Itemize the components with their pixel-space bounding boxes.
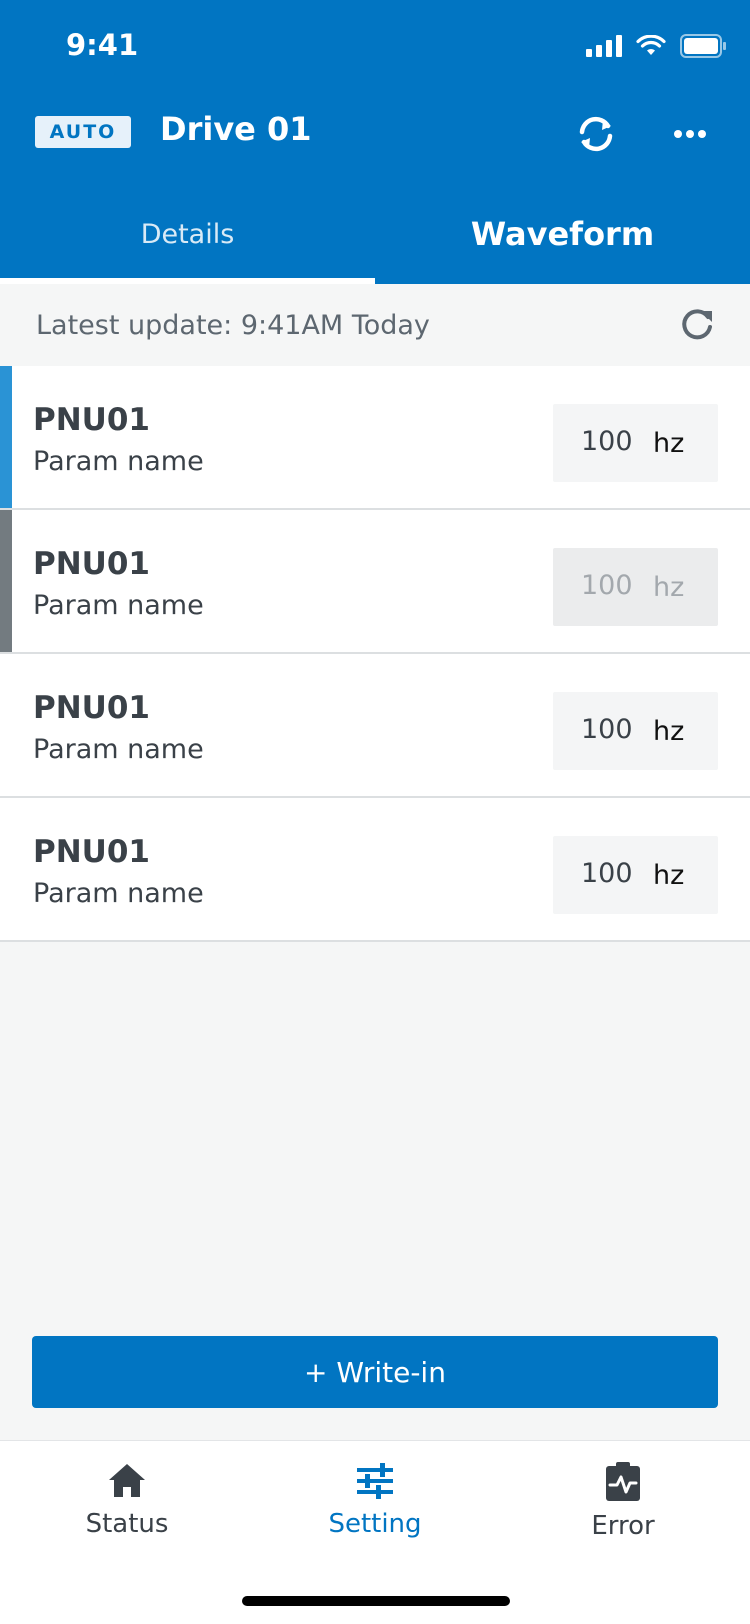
more-button[interactable] bbox=[664, 108, 716, 160]
param-value: 100 bbox=[581, 570, 633, 601]
param-code: PNU01 bbox=[33, 402, 150, 438]
cellular-signal-icon bbox=[586, 35, 622, 57]
param-value: 100 bbox=[581, 426, 633, 457]
status-icons bbox=[586, 34, 726, 58]
nav-label-error: Error bbox=[591, 1511, 655, 1541]
param-name: Param name bbox=[33, 734, 204, 765]
param-row[interactable]: PNU01 Param name 100 hz bbox=[0, 798, 750, 942]
param-name: Param name bbox=[33, 590, 204, 621]
param-code: PNU01 bbox=[33, 690, 150, 726]
clipboard-pulse-icon bbox=[606, 1462, 640, 1501]
more-icon bbox=[674, 130, 706, 138]
param-unit: hz bbox=[653, 716, 685, 747]
home-indicator bbox=[242, 1596, 510, 1606]
param-name: Param name bbox=[33, 878, 204, 909]
refresh-icon bbox=[682, 309, 712, 340]
param-value: 100 bbox=[581, 714, 633, 745]
device-title: Drive 01 bbox=[160, 110, 312, 148]
nav-label-setting: Setting bbox=[328, 1509, 422, 1539]
param-name: Param name bbox=[33, 446, 204, 477]
param-value-field[interactable]: 100 hz bbox=[553, 404, 718, 482]
param-unit: hz bbox=[653, 428, 685, 459]
wifi-icon bbox=[636, 35, 666, 57]
latest-update-text: Latest update: 9:41AM Today bbox=[36, 309, 430, 341]
sync-button[interactable] bbox=[570, 108, 622, 160]
update-bar: Latest update: 9:41AM Today bbox=[0, 284, 750, 366]
param-value-field[interactable]: 100 hz bbox=[553, 836, 718, 914]
row-status-accent bbox=[0, 366, 12, 508]
nav-label-status: Status bbox=[85, 1509, 169, 1539]
param-value-field[interactable]: 100 hz bbox=[553, 692, 718, 770]
param-code: PNU01 bbox=[33, 834, 150, 870]
param-code: PNU01 bbox=[33, 546, 150, 582]
battery-icon bbox=[680, 34, 726, 58]
nav-item-status[interactable]: Status bbox=[2, 1461, 252, 1561]
sliders-icon bbox=[357, 1463, 393, 1499]
sync-icon bbox=[579, 116, 613, 152]
home-icon bbox=[109, 1464, 145, 1497]
param-row[interactable]: PNU01 Param name 100 hz bbox=[0, 510, 750, 654]
param-unit: hz bbox=[653, 572, 685, 603]
status-time: 9:41 bbox=[66, 28, 139, 62]
refresh-button[interactable] bbox=[672, 300, 722, 350]
param-row[interactable]: PNU01 Param name 100 hz bbox=[0, 366, 750, 510]
param-row[interactable]: PNU01 Param name 100 hz bbox=[0, 654, 750, 798]
app-header: 9:41 AUTO Drive 01 Details Waveform bbox=[0, 0, 750, 284]
row-status-accent bbox=[0, 510, 12, 652]
nav-item-setting[interactable]: Setting bbox=[250, 1461, 500, 1561]
write-in-button[interactable]: + Write-in bbox=[32, 1336, 718, 1408]
mode-badge: AUTO bbox=[35, 116, 131, 148]
tab-waveform[interactable]: Waveform bbox=[375, 184, 750, 284]
tab-details[interactable]: Details bbox=[0, 184, 375, 284]
nav-item-error[interactable]: Error bbox=[498, 1461, 748, 1561]
param-unit: hz bbox=[653, 860, 685, 891]
param-value-field-disabled: 100 hz bbox=[553, 548, 718, 626]
param-value: 100 bbox=[581, 858, 633, 889]
